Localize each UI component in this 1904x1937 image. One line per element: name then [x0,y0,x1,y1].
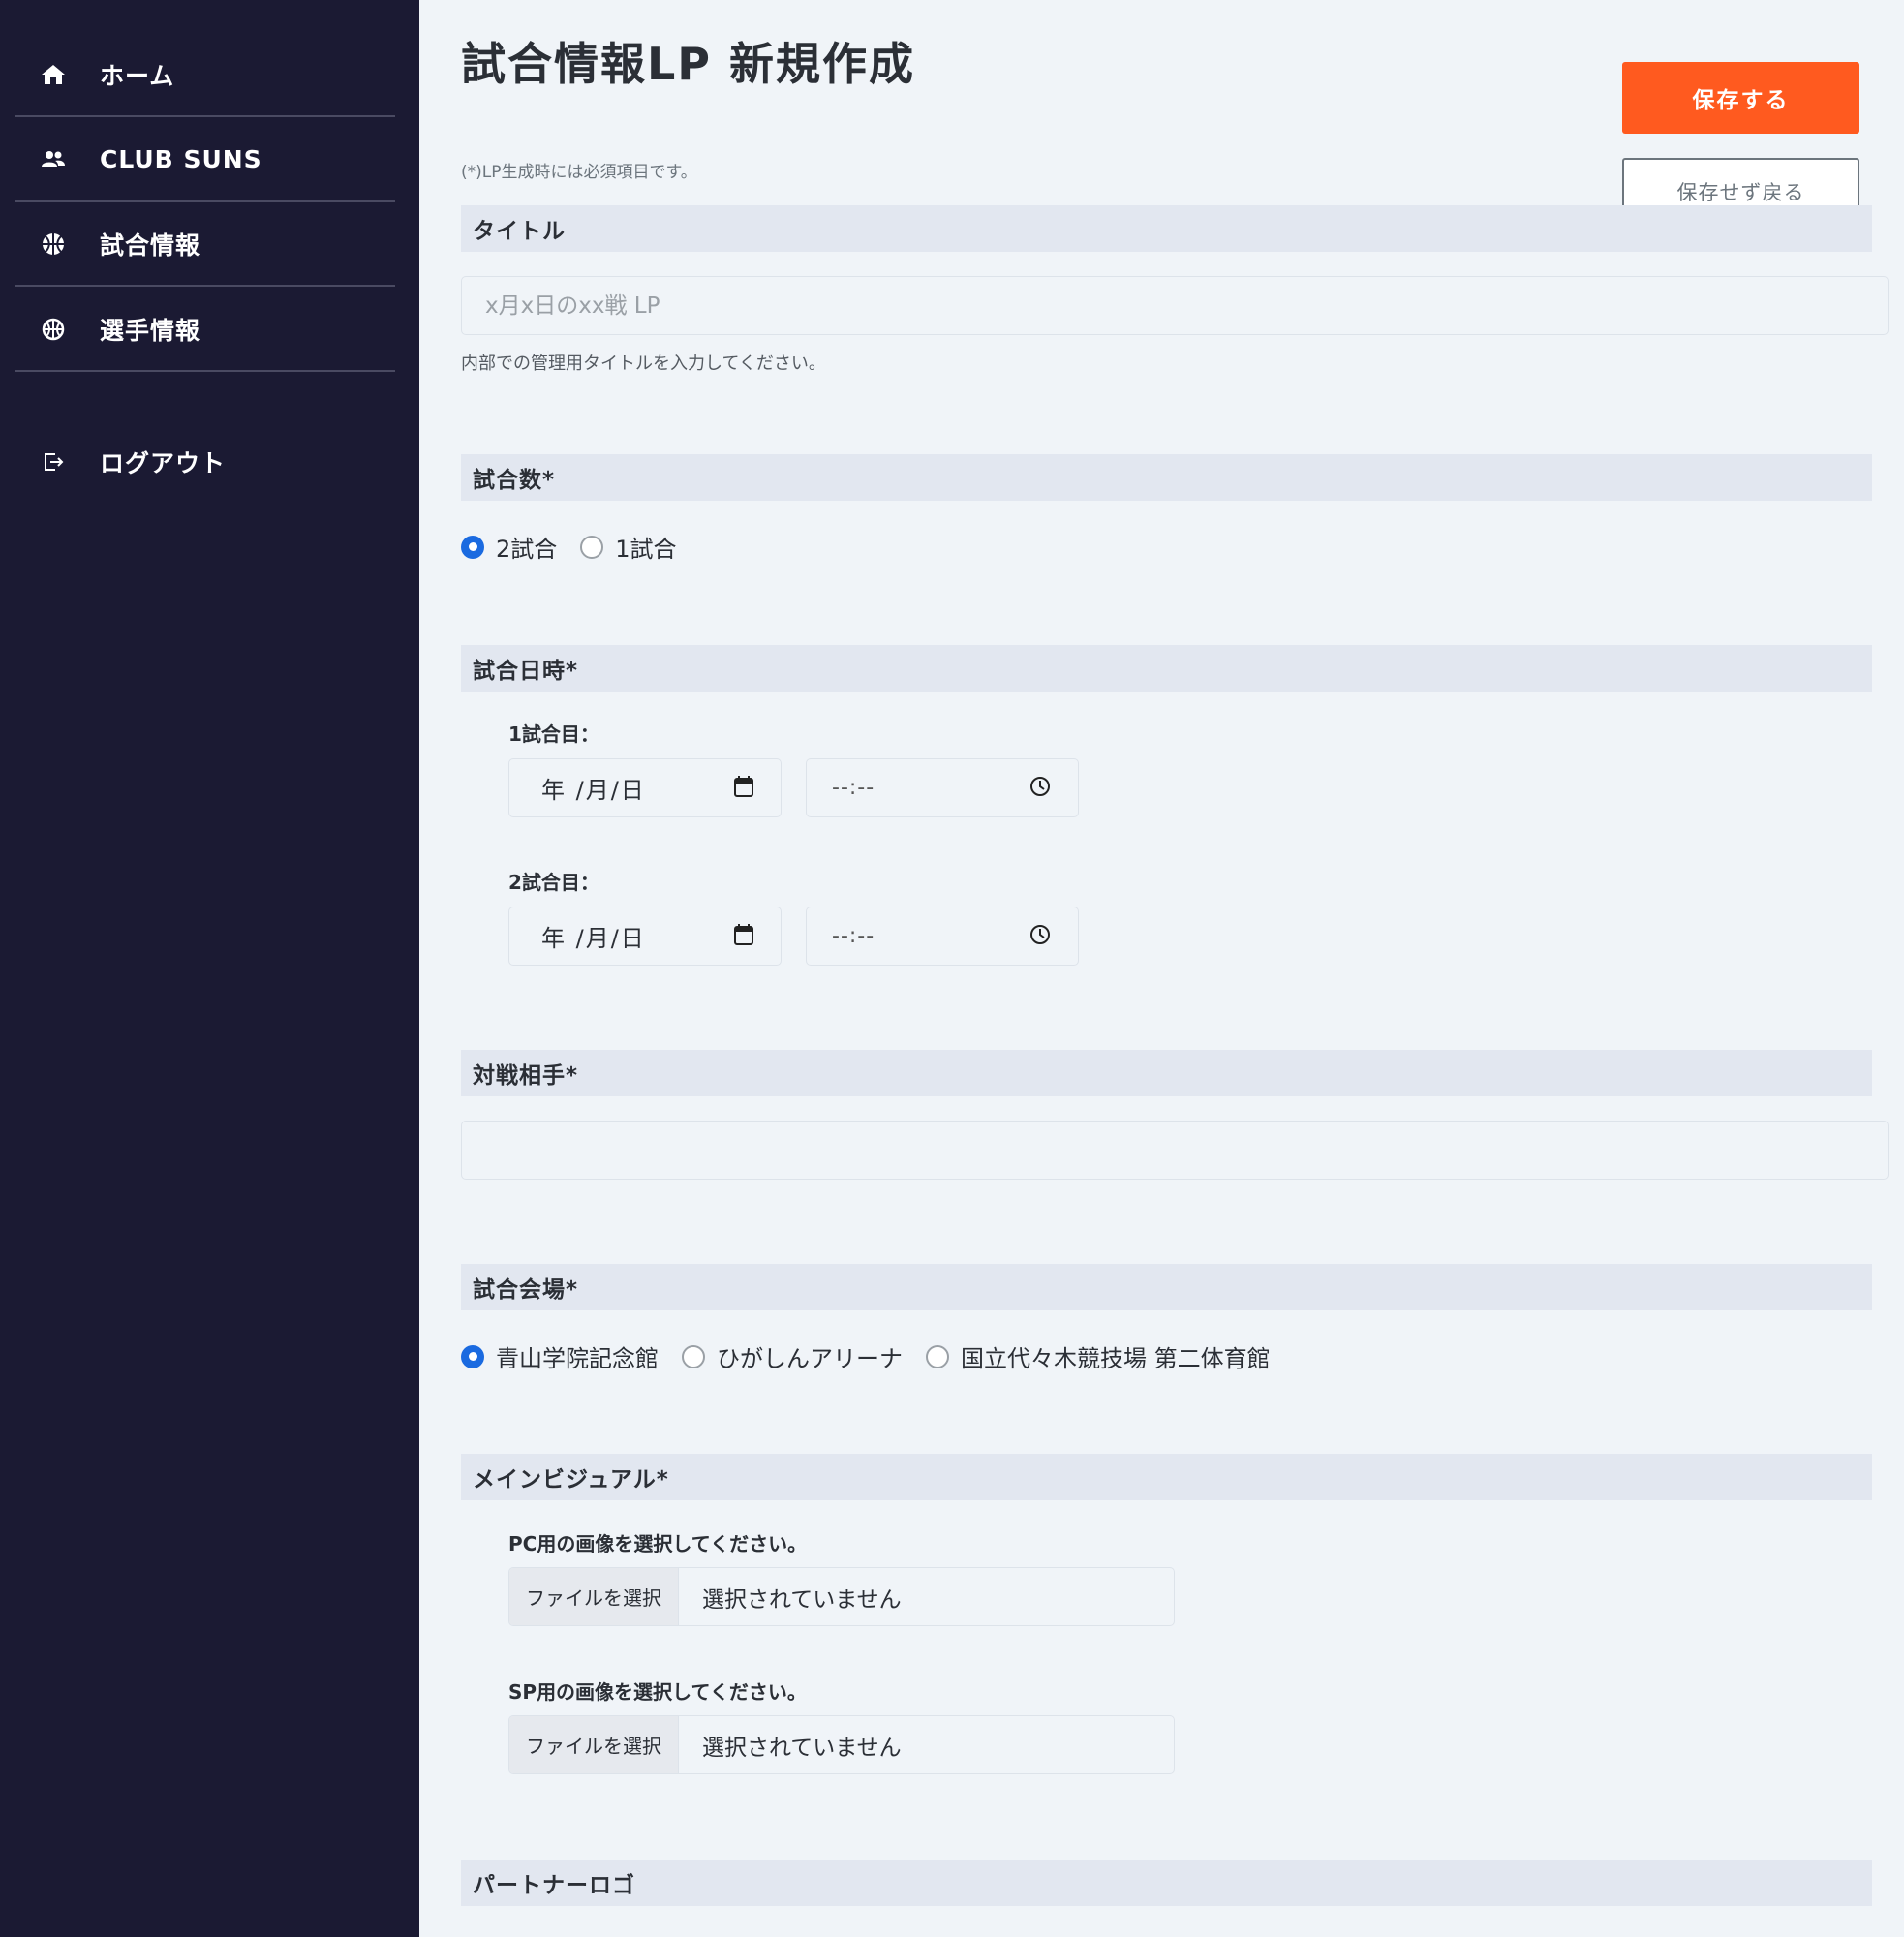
radio-button[interactable] [682,1344,705,1368]
venue-radio-group: 青山学院記念館 ひがしんアリーナ 国立代々木競技場 第二体育館 [461,1339,1294,1373]
opponent-input[interactable] [461,1121,1889,1180]
pc-image-file-input[interactable]: ファイルを選択 選択されていません [508,1567,1175,1626]
radio-label: 国立代々木競技場 第二体育館 [961,1345,1271,1372]
section-header-partner-logo: パートナーロゴ [461,1860,1872,1906]
save-button[interactable]: 保存する [1622,62,1859,134]
radio-label: 青山学院記念館 [496,1345,659,1372]
radio-label: ひがしんアリーナ [717,1345,903,1372]
users-icon [36,150,71,169]
games-count-option-1[interactable]: 1試合 [580,530,677,564]
required-note: (*)LP生成時には必須項目です。 [461,163,697,182]
main-content: 試合情報LP 新規作成 保存する 保存せず戻る (*)LP生成時には必須項目です… [419,0,1904,1937]
sidebar-item-player-info[interactable]: 選手情報 [15,288,395,372]
venue-option-higashin[interactable]: ひがしんアリーナ [682,1339,903,1373]
home-icon [36,63,71,86]
calendar-icon[interactable] [734,775,753,801]
radio-button[interactable] [461,1344,484,1368]
sp-image-label: SP用の画像を選択してください。 [508,1680,807,1704]
section-header-opponent: 対戦相手* [461,1050,1872,1096]
games-count-radio-group: 2試合 1試合 [461,530,700,564]
sidebar-item-label: 選手情報 [100,316,201,345]
file-status: 選択されていません [702,1586,902,1613]
section-header-main-visual: メインビジュアル* [461,1454,1872,1500]
file-select-button[interactable]: ファイルを選択 [509,1568,679,1625]
radio-button[interactable] [926,1344,949,1368]
section-header-schedule: 試合日時* [461,645,1872,692]
games-count-option-2[interactable]: 2試合 [461,530,557,564]
radio-label: 2試合 [496,536,558,563]
date-value: 年 /月/日 [541,777,646,804]
logout-button[interactable]: ログアウト [15,419,395,504]
venue-option-yoyogi[interactable]: 国立代々木競技場 第二体育館 [926,1339,1271,1373]
game-1-label: 1試合目： [508,723,599,746]
pc-image-label: PC用の画像を選択してください。 [508,1532,808,1555]
page-title: 試合情報LP 新規作成 [461,38,916,90]
sidebar-item-home[interactable]: ホーム [15,33,395,117]
file-select-button[interactable]: ファイルを選択 [509,1716,679,1773]
clock-icon[interactable] [1029,776,1051,801]
sidebar-item-label: CLUB SUNS [100,145,262,173]
section-header-title: タイトル [461,205,1872,252]
basketball-icon [36,231,71,257]
section-header-games-count: 試合数* [461,454,1872,501]
game-2-label: 2試合目： [508,871,599,894]
logout-label: ログアウト [100,448,227,477]
logout-icon [36,450,71,474]
title-input[interactable] [461,276,1889,335]
venue-option-aoyama[interactable]: 青山学院記念館 [461,1339,659,1373]
game-1-time-input[interactable]: --:-- [806,758,1079,817]
sidebar-item-club-suns[interactable]: CLUB SUNS [15,118,395,202]
sidebar: ホーム CLUB SUNS 試合情報 選手情報 ログアウト [0,0,419,1937]
sidebar-item-game-info[interactable]: 試合情報 [15,202,395,287]
sidebar-item-label: ホーム [100,61,175,90]
radio-button[interactable] [461,535,484,559]
file-status: 選択されていません [702,1735,902,1761]
sp-image-file-input[interactable]: ファイルを選択 選択されていません [508,1715,1175,1774]
sidebar-item-label: 試合情報 [100,231,201,260]
time-value: --:-- [832,924,875,948]
radio-button[interactable] [580,535,604,559]
clock-icon[interactable] [1029,924,1051,949]
game-2-time-input[interactable]: --:-- [806,907,1079,966]
date-value: 年 /月/日 [541,925,646,952]
game-2-date-input[interactable]: 年 /月/日 [508,907,782,966]
time-value: --:-- [832,776,875,800]
title-help-text: 内部での管理用タイトルを入力してください。 [461,354,826,374]
basketball-icon [36,318,71,341]
section-header-venue: 試合会場* [461,1264,1872,1310]
game-1-date-input[interactable]: 年 /月/日 [508,758,782,817]
radio-label: 1試合 [615,536,677,563]
calendar-icon[interactable] [734,923,753,949]
